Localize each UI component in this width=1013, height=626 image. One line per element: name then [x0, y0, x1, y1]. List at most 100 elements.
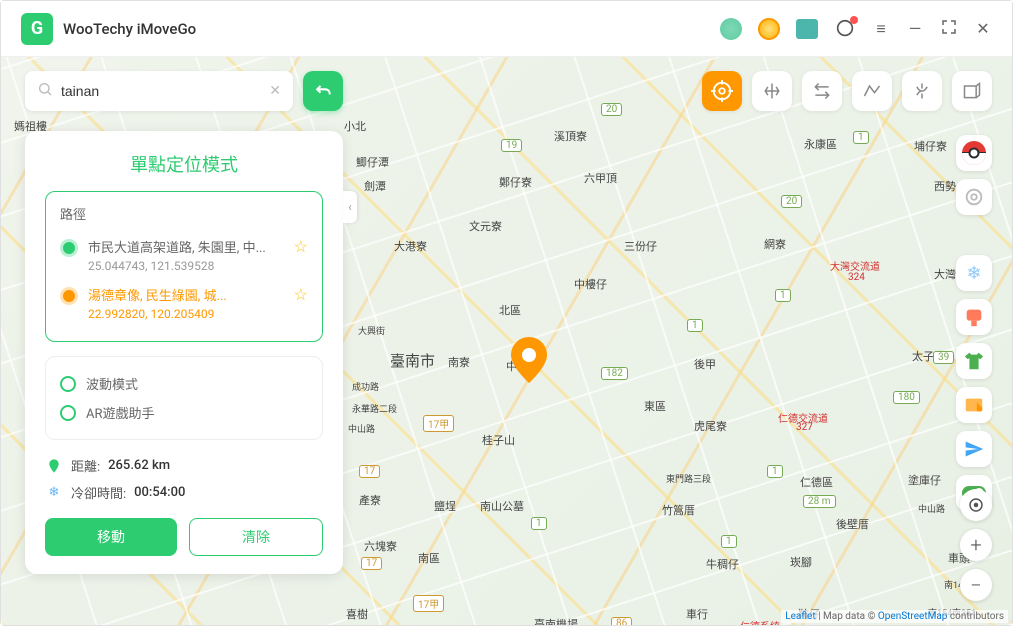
- road-shield: 17甲: [423, 415, 454, 432]
- end-pin-icon: [60, 287, 78, 305]
- snowflake-icon[interactable]: ❄: [956, 255, 992, 291]
- safe-icon[interactable]: [796, 19, 818, 39]
- route-label: 路徑: [60, 204, 308, 223]
- route-box: 路徑 市民大道高架道路, 朱園里, 中... 25.044743, 121.53…: [45, 191, 323, 342]
- tshirt-icon[interactable]: [956, 343, 992, 379]
- distance-label: 距離:: [71, 456, 100, 475]
- map-label: 北區: [496, 301, 524, 319]
- cooldown-label: 冷卻時間:: [71, 483, 126, 502]
- route-coord: 25.044743, 121.539528: [88, 259, 284, 273]
- map-label: 桂子山: [479, 431, 518, 449]
- menu-icon[interactable]: ≡: [872, 19, 890, 39]
- search-input[interactable]: [61, 83, 269, 99]
- map-label: 埔仔寮: [911, 137, 950, 155]
- image-icon[interactable]: [956, 387, 992, 423]
- two-spot-mode-button[interactable]: [802, 71, 842, 111]
- jump-teleport-button[interactable]: [902, 71, 942, 111]
- user-icon[interactable]: [720, 18, 742, 40]
- close-button[interactable]: ✕: [974, 19, 992, 38]
- send-icon[interactable]: [956, 431, 992, 467]
- zoom-out-button[interactable]: −: [960, 569, 992, 601]
- search-go-button[interactable]: [303, 71, 343, 111]
- road-shield: 182: [601, 367, 628, 380]
- zoom-in-button[interactable]: +: [960, 529, 992, 561]
- start-pin-icon: [60, 239, 78, 257]
- joystick-mode-button[interactable]: [752, 71, 792, 111]
- zoom-controls: + −: [960, 489, 992, 601]
- options-box: 波動模式 AR遊戲助手: [45, 356, 323, 440]
- road-shield: 1: [531, 517, 547, 530]
- map-label: 東門路三段: [663, 471, 714, 486]
- map-label: 喜樹: [343, 605, 371, 623]
- center-button[interactable]: [960, 489, 992, 521]
- coin-icon[interactable]: [758, 18, 780, 40]
- route-item[interactable]: 市民大道高架道路, 朱園里, 中... 25.044743, 121.53952…: [60, 231, 308, 279]
- map-label: 鹽埕: [431, 497, 459, 515]
- option-ar-helper[interactable]: AR遊戲助手: [60, 398, 308, 427]
- pokestop-icon[interactable]: [956, 299, 992, 335]
- road-shield: 20: [601, 103, 622, 116]
- move-button[interactable]: 移動: [45, 518, 177, 556]
- distance-icon: [45, 457, 63, 475]
- search-clear[interactable]: ✕: [269, 83, 281, 99]
- road-shield: 39: [933, 351, 954, 364]
- favorite-icon[interactable]: ☆: [294, 285, 308, 304]
- teleport-mode-button[interactable]: [702, 71, 742, 111]
- map-marker[interactable]: [511, 337, 547, 387]
- route-address: 市民大道高架道路, 朱園里, 中...: [88, 237, 284, 256]
- option-label: 波動模式: [86, 374, 138, 393]
- map-label: 鄭仔寮: [496, 173, 535, 191]
- distance-value: 265.62 km: [108, 458, 170, 473]
- route-coord: 22.992820, 120.205409: [88, 307, 284, 321]
- route-item[interactable]: 湯德章像, 民生綠園, 城... 22.992820, 120.205409 ☆: [60, 279, 308, 327]
- map-label: 中樓仔: [571, 275, 610, 293]
- top-toolbar: [702, 71, 992, 111]
- clear-button[interactable]: 清除: [189, 518, 323, 556]
- radio-icon[interactable]: [60, 405, 76, 421]
- road-shield: 1: [853, 131, 869, 144]
- map-label: 塗庫仔: [905, 471, 944, 489]
- target-icon[interactable]: [956, 179, 992, 215]
- road-shield: 17: [359, 465, 380, 478]
- map-label: 產寮: [356, 491, 384, 509]
- option-label: AR遊戲助手: [86, 403, 155, 422]
- support-icon[interactable]: [834, 18, 856, 40]
- favorite-icon[interactable]: ☆: [294, 237, 308, 256]
- search-icon: [37, 81, 53, 101]
- map-label: 大興街: [355, 323, 388, 338]
- route-panel: ‹ 單點定位模式 路徑 市民大道高架道路, 朱園里, 中... 25.04474…: [25, 131, 343, 574]
- radio-icon[interactable]: [60, 376, 76, 392]
- option-wave-mode[interactable]: 波動模式: [60, 369, 308, 398]
- gpx-import-button[interactable]: [952, 71, 992, 111]
- map-label: 仁德區: [797, 473, 836, 491]
- panel-collapse[interactable]: ‹: [343, 191, 357, 223]
- cooldown-row: ❄ 冷卻時間: 00:54:00: [45, 483, 323, 502]
- map-label: 東區: [641, 397, 669, 415]
- titlebar: G WooTechy iMoveGo ≡ — ✕: [1, 1, 1012, 57]
- map-label: 六塊寮: [361, 537, 400, 555]
- road-shield: 180: [893, 391, 920, 404]
- cooldown-icon: ❄: [45, 484, 63, 502]
- pokeball-icon[interactable]: [956, 135, 992, 171]
- map-label: 網寮: [761, 235, 789, 253]
- osm-link[interactable]: OpenStreetMap: [878, 611, 948, 622]
- minimize-button[interactable]: —: [906, 19, 924, 38]
- distance-row: 距離: 265.62 km: [45, 456, 323, 475]
- map-label: 鯽仔潭: [353, 153, 392, 171]
- map-label: 小北: [341, 117, 369, 135]
- map-label: 後壁厝: [833, 515, 872, 533]
- cooldown-value: 00:54:00: [134, 485, 185, 500]
- map-label: 大灣: [931, 265, 959, 283]
- road-shield: 17: [361, 557, 382, 570]
- multi-spot-mode-button[interactable]: [852, 71, 892, 111]
- map-label: 六甲頂: [581, 169, 620, 187]
- map-label: 崁腳: [787, 553, 815, 571]
- maximize-button[interactable]: [940, 19, 958, 38]
- map-label: 西勢: [931, 177, 959, 195]
- map-attribution: Leaflet | Map data © OpenStreetMap contr…: [781, 610, 1008, 623]
- map-label: 南山公墓: [477, 497, 527, 515]
- leaflet-link[interactable]: Leaflet: [785, 611, 815, 622]
- map-label: 成功路: [349, 379, 382, 394]
- road-shield: 17甲: [413, 595, 444, 612]
- road-shield: 20: [781, 195, 802, 208]
